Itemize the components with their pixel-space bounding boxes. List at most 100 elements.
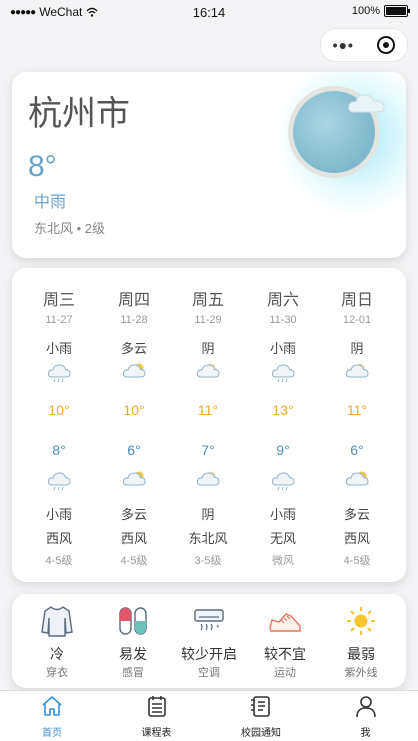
life-index-label: 运动 [274, 667, 296, 679]
forecast-high-temp: 13° [272, 402, 294, 418]
forecast-day-condition: 小雨 [269, 341, 296, 356]
life-index-label: 紫外线 [344, 667, 378, 679]
tab-item[interactable]: 我 [314, 691, 418, 741]
life-index-item[interactable]: 冷穿衣 [18, 594, 96, 688]
air-conditioner-icon: * [191, 604, 227, 638]
overcast-icon [196, 470, 220, 490]
forecast-weekday: 周三 [42, 292, 75, 309]
miniprogram-capsule: •●• [320, 28, 408, 62]
cloud-icon [348, 94, 385, 113]
current-temperature: 8° [28, 150, 57, 183]
life-index-value: 最弱 [347, 646, 375, 662]
light-rain-icon [47, 470, 71, 491]
life-index-card: 冷穿衣 易发 感冒 * 较少开启 空调 较不宜 运动 最弱 紫外线 [12, 594, 406, 688]
tab-label: 课程表 [141, 728, 172, 739]
forecast-low-temp: 6° [350, 442, 364, 458]
forecast-day-condition: 阴 [201, 341, 215, 356]
forecast-low-temp: 9° [276, 442, 290, 458]
life-index-item[interactable]: 较不宜 运动 [246, 594, 324, 688]
overcast-icon [345, 362, 369, 382]
current-weather-card: 杭州市 8° 中雨 东北风 • 2级 [12, 72, 406, 258]
forecast-wind-level: 3-5级 [194, 555, 222, 567]
forecast-wind-level: 4-5级 [343, 555, 371, 567]
schedule-icon [145, 694, 169, 718]
forecast-weekday: 周日 [340, 292, 373, 309]
forecast-night-condition: 阴 [201, 507, 215, 522]
forecast-high-temp: 11° [346, 402, 368, 418]
forecast-wind-direction: 西风 [120, 531, 147, 546]
tab-item[interactable]: 课程表 [105, 691, 209, 741]
notice-icon [249, 694, 273, 718]
forecast-wind-level: 4-5级 [45, 555, 73, 567]
forecast-high-temp: 10° [48, 402, 70, 418]
life-index-item[interactable]: * 较少开启空调 [170, 594, 248, 688]
forecast-night-condition: 小雨 [269, 507, 296, 522]
light-rain-icon [271, 362, 295, 383]
clothing-icon [39, 604, 75, 638]
tab-bar: 首页 课程表 校园通知 我 [0, 690, 418, 741]
forecast-weekday: 周六 [266, 292, 299, 309]
life-index-label: 空调 [198, 667, 220, 679]
life-index-value: 冷 [50, 646, 64, 662]
life-index-item[interactable]: 易发 感冒 [94, 594, 172, 688]
forecast-date: 11-30 [269, 314, 297, 326]
battery-percent: 100% [351, 5, 380, 17]
partly-cloudy-icon [122, 470, 146, 490]
forecast-night-condition: 小雨 [45, 507, 72, 522]
forecast-card: 周三 11-27 小雨 10° 8° 小雨西风 4-5级 周四 11-28 多云 10° 6° 多云西风… [12, 268, 406, 582]
partly-cloudy-icon [122, 362, 146, 382]
forecast-day-column: 周日 12-01 阴 11° 6° 多云西风 4-5级 [324, 268, 390, 582]
light-rain-icon [47, 362, 71, 383]
current-wind: 东北风 • 2级 [34, 221, 106, 236]
forecast-day-column: 周六 11-30 小雨 13° 9° 小雨无风微风 [250, 268, 316, 582]
more-menu-button[interactable]: •●• [333, 37, 354, 53]
forecast-wind-direction: 东北风 [188, 531, 228, 546]
forecast-day-column: 周五 11-29 阴 11° 7° 阴东北风 3-5级 [175, 268, 241, 582]
overcast-icon [196, 362, 220, 382]
forecast-day-condition: 阴 [350, 341, 364, 356]
current-condition: 中雨 [34, 194, 67, 211]
forecast-weekday: 周五 [191, 292, 224, 309]
forecast-wind-level: 微风 [272, 555, 294, 567]
forecast-wind-level: 4-5级 [120, 555, 148, 567]
pill-icon [115, 604, 151, 638]
life-index-value: 较不宜 [264, 646, 306, 662]
battery-icon [384, 5, 410, 17]
forecast-date: 11-27 [45, 314, 73, 326]
tab-label: 我 [360, 728, 371, 739]
life-index-label: 穿衣 [46, 667, 68, 679]
life-index-value: 较少开启 [181, 646, 237, 662]
status-bar: ●●●●● WeChat 16:14 100% [0, 0, 418, 24]
tab-item[interactable]: 首页 [0, 691, 104, 741]
forecast-night-condition: 多云 [343, 507, 370, 522]
forecast-wind-direction: 西风 [45, 531, 72, 546]
sneaker-icon [267, 604, 303, 638]
forecast-wind-direction: 无风 [269, 531, 296, 546]
city-name: 杭州市 [28, 95, 130, 133]
forecast-night-condition: 多云 [120, 507, 147, 522]
life-index-value: 易发 [119, 646, 147, 662]
life-index-label: 感冒 [122, 667, 144, 679]
forecast-low-temp: 6° [127, 442, 141, 458]
light-rain-icon [271, 470, 295, 491]
life-index-item[interactable]: 最弱 紫外线 [322, 594, 400, 688]
partly-cloudy-icon [345, 470, 369, 490]
user-icon [354, 694, 378, 718]
forecast-day-condition: 多云 [120, 341, 147, 356]
tab-item[interactable]: 校园通知 [209, 691, 313, 741]
tab-label: 首页 [42, 728, 62, 739]
forecast-weekday: 周四 [117, 292, 150, 309]
forecast-date: 11-29 [194, 314, 222, 326]
sun-icon [343, 604, 379, 638]
forecast-high-temp: 10° [123, 402, 145, 418]
forecast-day-column: 周四 11-28 多云 10° 6° 多云西风 4-5级 [101, 268, 167, 582]
forecast-date: 12-01 [342, 314, 372, 326]
forecast-wind-direction: 西风 [343, 531, 370, 546]
forecast-date: 11-28 [120, 314, 148, 326]
forecast-low-temp: 8° [52, 442, 66, 458]
forecast-low-temp: 7° [201, 442, 215, 458]
close-capsule-button[interactable] [377, 36, 396, 54]
forecast-high-temp: 11° [197, 402, 219, 418]
svg-text:*: * [216, 623, 220, 633]
forecast-day-column: 周三 11-27 小雨 10° 8° 小雨 西风 4-5级 [26, 268, 92, 582]
